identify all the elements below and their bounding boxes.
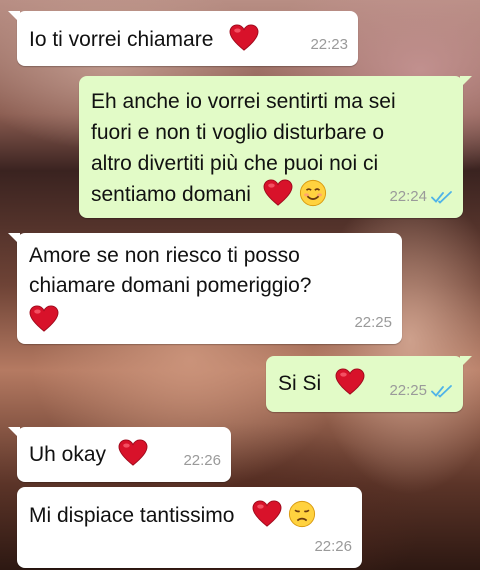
message-line: chiamare domani pomeriggio?: [29, 274, 312, 297]
heart-icon: [118, 439, 148, 467]
message-text: Uh okay: [29, 443, 107, 466]
message-line: sentiamo domani: [91, 183, 251, 206]
message-line: fuori e non ti voglio disturbare o: [91, 121, 385, 144]
disappointed-face-icon: [288, 500, 316, 528]
message-text: Io ti vorrei chiamare: [29, 28, 214, 51]
heart-icon: [29, 305, 59, 333]
smiling-face-icon: [299, 179, 327, 207]
message-bubble-outgoing[interactable]: Si Si 22:25: [266, 356, 472, 412]
message-line: Amore se non riesco ti posso: [29, 244, 300, 267]
message-time: 22:26: [314, 538, 352, 555]
message-time: 22:25: [389, 382, 427, 399]
read-receipt-icon: [431, 384, 453, 398]
message-time: 22:23: [310, 36, 348, 53]
heart-icon: [229, 24, 259, 52]
message-bubble-incoming[interactable]: Mi dispiace tantissimo 22:26: [17, 487, 362, 568]
heart-icon: [252, 500, 282, 528]
message-bubble-incoming[interactable]: Amore se non riesco ti posso chiamare do…: [8, 233, 402, 344]
heart-icon: [263, 179, 293, 207]
heart-icon: [335, 368, 365, 396]
message-line: altro divertiti più che puoi noi ci: [91, 152, 379, 175]
message-bubble-incoming[interactable]: Io ti vorrei chiamare 22:23: [8, 11, 358, 66]
message-time: 22:26: [183, 452, 221, 469]
message-line: Eh anche io vorrei sentirti ma sei: [91, 90, 396, 113]
message-text: Si Si: [278, 372, 322, 395]
message-text: Mi dispiace tantissimo: [29, 504, 235, 527]
message-bubble-incoming[interactable]: Uh okay 22:26: [8, 427, 231, 482]
read-receipt-icon: [431, 190, 453, 204]
message-time: 22:24: [389, 188, 427, 205]
message-time: 22:25: [354, 314, 392, 331]
message-bubble-outgoing[interactable]: Eh anche io vorrei sentirti ma sei fuori…: [79, 76, 472, 218]
